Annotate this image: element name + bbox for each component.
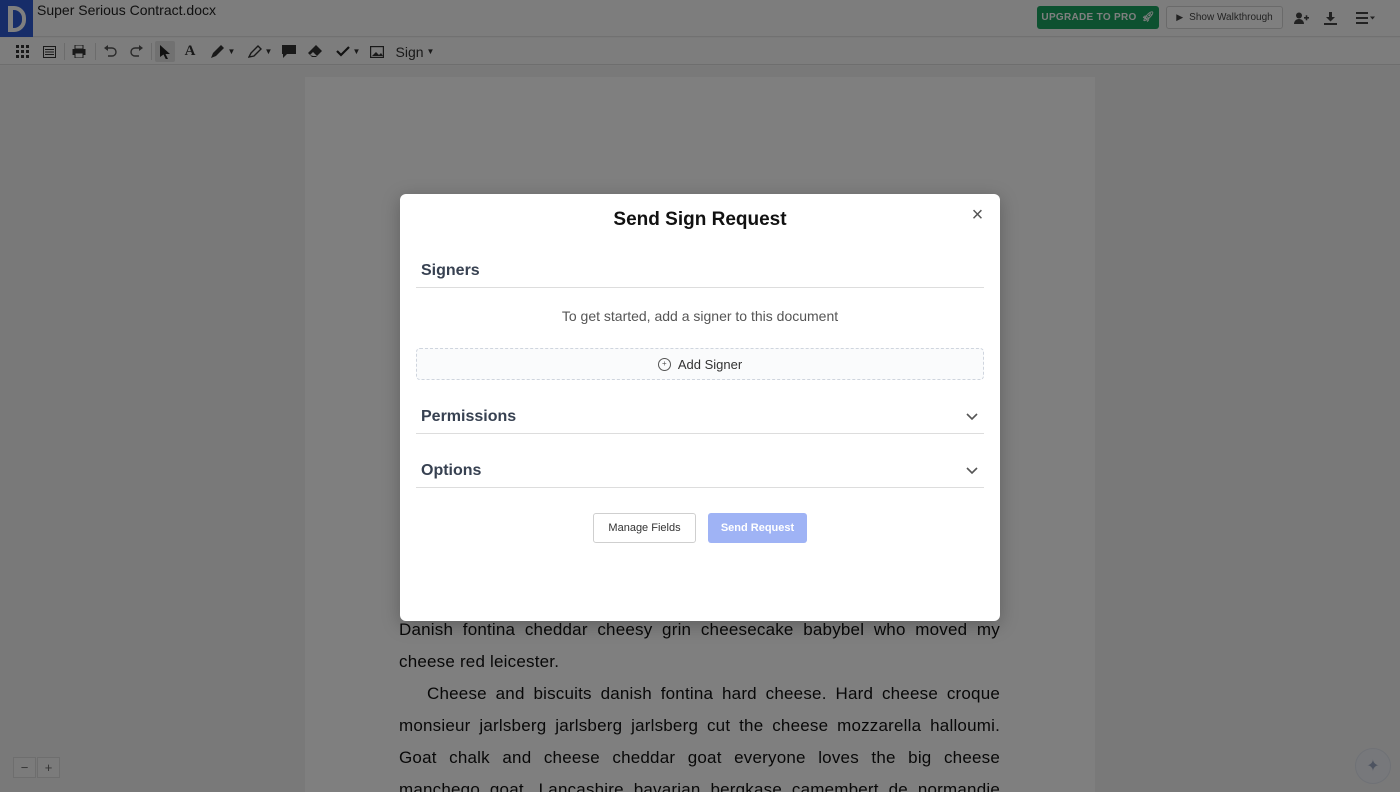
- send-sign-request-dialog: Send Sign Request × Signers To get start…: [400, 194, 1000, 621]
- close-icon[interactable]: ×: [969, 205, 986, 225]
- signers-hint: To get started, add a signer to this doc…: [561, 308, 839, 324]
- add-signer-label: Add Signer: [677, 356, 743, 372]
- add-signer-button[interactable]: + Add Signer: [416, 348, 984, 380]
- chevron-down-icon[interactable]: [966, 464, 978, 478]
- signers-heading: Signers: [421, 262, 480, 279]
- permissions-section-header[interactable]: Permissions: [416, 408, 984, 434]
- permissions-heading: Permissions: [421, 408, 517, 425]
- dialog-title: Send Sign Request: [613, 209, 787, 230]
- options-heading: Options: [421, 462, 482, 479]
- signers-section-header: Signers: [416, 262, 984, 288]
- chevron-down-icon[interactable]: [966, 410, 978, 424]
- add-user-icon: +: [657, 357, 671, 371]
- send-request-button[interactable]: Send Request: [708, 513, 807, 543]
- manage-fields-button[interactable]: Manage Fields: [593, 513, 696, 543]
- options-section-header[interactable]: Options: [416, 462, 984, 488]
